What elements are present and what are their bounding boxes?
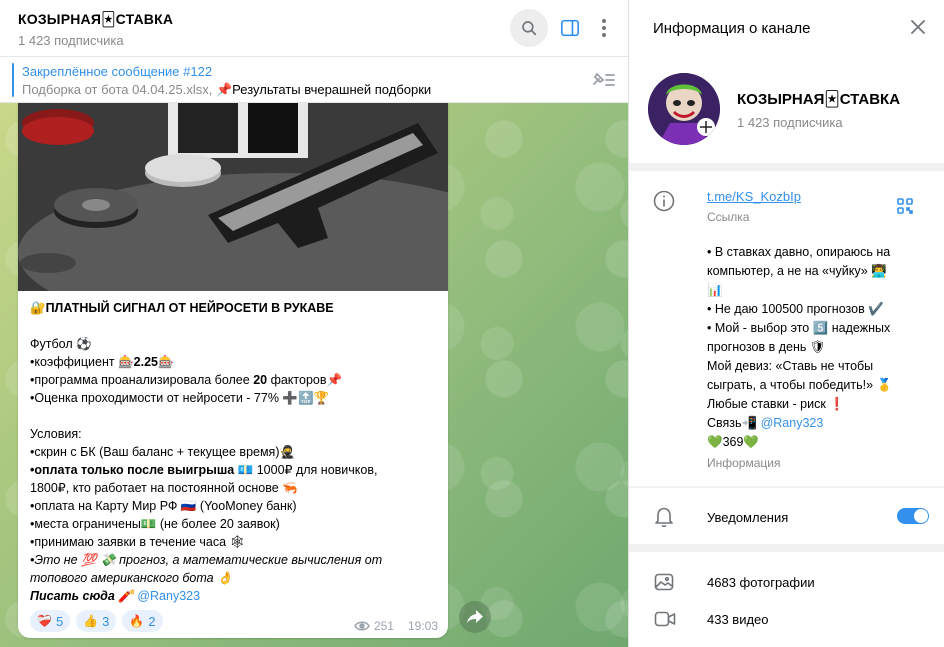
- desc-line: прогнозов в день 🛡: [707, 340, 826, 354]
- channel-description: • В ставках давно, опираюсь на компьютер…: [707, 243, 929, 452]
- more-vertical-icon: [602, 19, 606, 37]
- message-cond2: •оплата только после выигрыша 💶 1000₽ дл…: [30, 463, 378, 477]
- message-cond4: •места ограничены💵 (не более 20 заявок): [30, 517, 280, 531]
- views-count: 251: [373, 619, 394, 633]
- notifications-label: Уведомления: [707, 510, 789, 525]
- desc-line: сыграть, а чтобы победить!» 🥇: [707, 378, 893, 392]
- message-text: 🔐ПЛАТНЫЙ СИГНАЛ ОТ НЕЙРОСЕТИ В РУКАВЕ Фу…: [30, 299, 440, 605]
- channel-avatar[interactable]: [648, 73, 720, 145]
- desc-line: • Не даю 100500 прогнозов ✔️: [707, 302, 884, 316]
- desc-line: • Мой - выбор это 5️⃣ надежных: [707, 321, 891, 335]
- photos-count: 4683 фотографии: [707, 575, 815, 590]
- message-bubble[interactable]: 🔐ПЛАТНЫЙ СИГНАЛ ОТ НЕЙРОСЕТИ В РУКАВЕ Фу…: [18, 103, 448, 638]
- message-time: 19:03: [407, 619, 438, 633]
- info-title: Информация о канале: [653, 20, 811, 37]
- videos-count: 433 видео: [707, 612, 769, 627]
- more-menu-button[interactable]: [585, 9, 623, 47]
- notifications-row[interactable]: Уведомления: [629, 488, 944, 544]
- search-icon: [522, 21, 537, 36]
- media-section: 4683 фотографии 433 видео: [629, 552, 944, 647]
- info-icon: [653, 190, 675, 217]
- channel-link[interactable]: t.me/KS_KozbIp: [707, 189, 801, 204]
- message-cond5: •принимаю заявки в течение часа 🕸: [30, 535, 246, 549]
- message-meta: 251 19:03: [354, 619, 438, 633]
- video-icon: [654, 610, 676, 633]
- message-sport: Футбол ⚽: [30, 337, 92, 351]
- reaction-fire[interactable]: 🔥 2: [122, 610, 163, 632]
- message-contact-link[interactable]: @Rany323: [137, 589, 200, 603]
- share-arrow-icon: [467, 610, 483, 623]
- bell-icon: [654, 506, 674, 533]
- message-coef: •коэффициент 🎰2.25🎰: [30, 355, 174, 369]
- videos-row[interactable]: 433 видео: [629, 602, 944, 638]
- reaction-heart[interactable]: ❤️‍🩹 5: [30, 610, 71, 632]
- notifications-toggle[interactable]: [897, 508, 929, 524]
- photo-illustration: [18, 103, 448, 291]
- message-cond2-line2: 1800₽, кто работает на постоянной основе…: [30, 481, 298, 495]
- desc-line: 💚369💚: [707, 435, 759, 449]
- pinned-file: Подборка от бота 04.04.25.xlsx,: [22, 82, 216, 97]
- pinned-list-button[interactable]: [590, 70, 616, 93]
- channel-name: КОЗЫРНАЯ🃏СТАВКА: [737, 91, 901, 108]
- photos-row[interactable]: 4683 фотографии: [629, 565, 944, 601]
- qr-code-button[interactable]: [897, 198, 913, 219]
- desc-line: Любые ставки - риск ❗: [707, 397, 845, 411]
- reaction-thumbs-up[interactable]: 👍 3: [76, 610, 117, 632]
- channel-link-label: Ссылка: [707, 210, 750, 224]
- info-header: Информация о канале: [629, 0, 944, 57]
- eye-icon: [354, 621, 370, 631]
- pinned-message-bar[interactable]: Закреплённое сообщение #122 Подборка от …: [0, 57, 628, 103]
- desc-line: Мой девиз: «Ставь не чтобы: [707, 359, 874, 373]
- desc-contact-line: Связь📲 @Rany323: [707, 416, 824, 430]
- chat-pane: КОЗЫРНАЯ🃏СТАВКА 1 423 подписчика Закрепл…: [0, 0, 629, 647]
- qr-code-icon: [897, 198, 913, 214]
- message-cond1: •скрин с БК (Ваш баланс + текущее время)…: [30, 445, 296, 459]
- chat-subscribers: 1 423 подписчика: [18, 33, 124, 48]
- message-factors: •программа проанализировала более 20 фак…: [30, 373, 343, 387]
- joker-avatar-image: [648, 73, 720, 145]
- channel-subscribers: 1 423 подписчика: [737, 115, 843, 130]
- message-cond3: •оплата на Карту Мир РФ 🇷🇺 (YooMoney бан…: [30, 499, 297, 513]
- pin-list-icon: [593, 72, 615, 86]
- photo-icon: [654, 573, 674, 596]
- message-conditions: Условия:: [30, 427, 82, 441]
- chat-header[interactable]: КОЗЫРНАЯ🃏СТАВКА 1 423 подписчика: [0, 0, 628, 57]
- close-info-button[interactable]: [910, 19, 926, 40]
- message-note1: •Это не 💯 💸 прогноз, а математические вы…: [30, 553, 383, 567]
- channel-info-panel: Информация о канале КОЗЫРНАЯ�: [629, 0, 944, 647]
- toggle-info-panel-button[interactable]: [551, 9, 589, 47]
- desc-contact-link[interactable]: @Rany323: [761, 416, 824, 430]
- pinned-rest: 📌Результаты вчерашней подборки: [215, 82, 432, 97]
- message-write: Писать сюда 🧨 @Rany323: [30, 589, 201, 603]
- pinned-title: Закреплённое сообщение #122: [22, 64, 213, 79]
- sidebar-panel-icon: [561, 19, 579, 37]
- telegram-window: КОЗЫРНАЯ🃏СТАВКА 1 423 подписчика Закрепл…: [0, 0, 944, 647]
- message-heading: 🔐ПЛАТНЫЙ СИГНАЛ ОТ НЕЙРОСЕТИ В РУКАВЕ: [30, 301, 334, 315]
- desc-line: • В ставках давно, опираюсь на: [707, 245, 891, 259]
- desc-line: 📊: [707, 283, 723, 297]
- close-icon: [911, 20, 925, 34]
- chat-title: КОЗЫРНАЯ🃏СТАВКА: [18, 11, 174, 27]
- message-note2: топового американского бота 👌: [30, 571, 233, 585]
- message-rating: •Оценка проходимости от нейросети - 77% …: [30, 391, 330, 405]
- pinned-preview: Подборка от бота 04.04.25.xlsx, 📌Результ…: [22, 82, 431, 98]
- pinned-indicator: [12, 63, 14, 97]
- channel-details: t.me/KS_KozbIp Ссылка • В ставках давно,…: [629, 171, 944, 486]
- search-button[interactable]: [510, 9, 548, 47]
- message-photo[interactable]: [18, 103, 448, 291]
- reactions: ❤️‍🩹 5 👍 3 🔥 2: [30, 610, 163, 632]
- channel-profile: КОЗЫРНАЯ🃏СТАВКА 1 423 подписчика: [629, 57, 944, 163]
- forward-button[interactable]: [459, 601, 491, 633]
- description-label: Информация: [707, 456, 781, 470]
- desc-line: компьютер, а не на «чуйку» 👨‍💻: [707, 264, 887, 278]
